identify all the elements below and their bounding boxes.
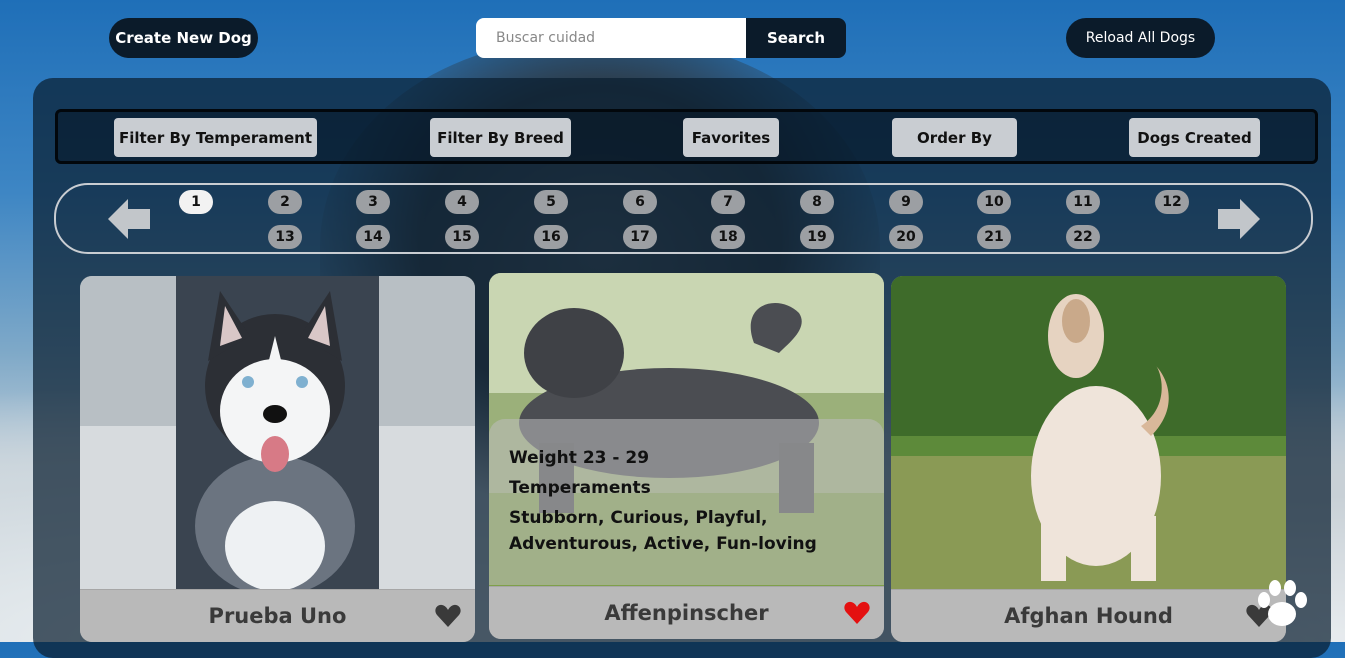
page-button-14[interactable]: 14 <box>356 225 390 249</box>
page-button-13[interactable]: 13 <box>268 225 302 249</box>
page-button-4[interactable]: 4 <box>445 190 479 214</box>
paw-icon[interactable] <box>1255 580 1310 630</box>
page-button-21[interactable]: 21 <box>977 225 1011 249</box>
heart-icon[interactable] <box>435 604 461 628</box>
page-button-16[interactable]: 16 <box>534 225 568 249</box>
page-button-7[interactable]: 7 <box>711 190 745 214</box>
dog-name: Affenpinscher <box>604 601 769 625</box>
dog-name: Prueba Uno <box>208 604 347 628</box>
page-button-22[interactable]: 22 <box>1066 225 1100 249</box>
page-button-20[interactable]: 20 <box>889 225 923 249</box>
dog-name-bar: Affenpinscher <box>489 587 884 639</box>
favorites-button[interactable]: Favorites <box>683 118 779 157</box>
page-button-18[interactable]: 18 <box>711 225 745 249</box>
dog-card-prueba-uno[interactable]: Prueba Uno <box>80 276 475 642</box>
pagination <box>54 183 1313 254</box>
page-button-3[interactable]: 3 <box>356 190 390 214</box>
search-button[interactable]: Search <box>746 18 846 58</box>
dog-card-afghan-hound[interactable]: Afghan Hound <box>891 276 1286 642</box>
page-button-6[interactable]: 6 <box>623 190 657 214</box>
page-button-5[interactable]: 5 <box>534 190 568 214</box>
order-by-button[interactable]: Order By <box>892 118 1017 157</box>
page-button-9[interactable]: 9 <box>889 190 923 214</box>
dog-name: Afghan Hound <box>1004 604 1173 628</box>
temperaments-label: Temperaments <box>509 478 651 498</box>
page-button-11[interactable]: 11 <box>1066 190 1100 214</box>
reload-all-dogs-button[interactable]: Reload All Dogs <box>1066 18 1215 58</box>
dog-photo <box>891 276 1286 589</box>
page-button-17[interactable]: 17 <box>623 225 657 249</box>
dog-name-bar: Prueba Uno <box>80 590 475 642</box>
dog-weight: Weight 23 - 29 <box>509 448 650 468</box>
dog-info-overlay: Weight 23 - 29 Temperaments Stubborn, Cu… <box>489 419 884 585</box>
temperaments-line-2: Adventurous, Active, Fun-loving <box>509 534 817 554</box>
page-button-8[interactable]: 8 <box>800 190 834 214</box>
dogs-created-button[interactable]: Dogs Created <box>1129 118 1260 157</box>
dog-card-affenpinscher[interactable]: Weight 23 - 29 Temperaments Stubborn, Cu… <box>489 273 884 639</box>
search-bar: Search <box>476 18 846 58</box>
filter-by-breed-button[interactable]: Filter By Breed <box>430 118 571 157</box>
arrow-left-icon[interactable] <box>108 198 150 240</box>
page-button-19[interactable]: 19 <box>800 225 834 249</box>
temperaments-line-1: Stubborn, Curious, Playful, <box>509 508 768 528</box>
page-button-2[interactable]: 2 <box>268 190 302 214</box>
dog-name-bar: Afghan Hound <box>891 590 1286 642</box>
page-button-10[interactable]: 10 <box>977 190 1011 214</box>
page-button-15[interactable]: 15 <box>445 225 479 249</box>
dog-photo <box>80 276 475 589</box>
arrow-right-icon[interactable] <box>1218 198 1260 240</box>
heart-icon[interactable] <box>844 601 870 625</box>
filter-by-temperament-button[interactable]: Filter By Temperament <box>114 118 317 157</box>
search-input[interactable] <box>476 18 746 58</box>
page-button-12[interactable]: 12 <box>1155 190 1189 214</box>
page-button-1[interactable]: 1 <box>179 190 213 214</box>
create-new-dog-button[interactable]: Create New Dog <box>109 18 258 58</box>
